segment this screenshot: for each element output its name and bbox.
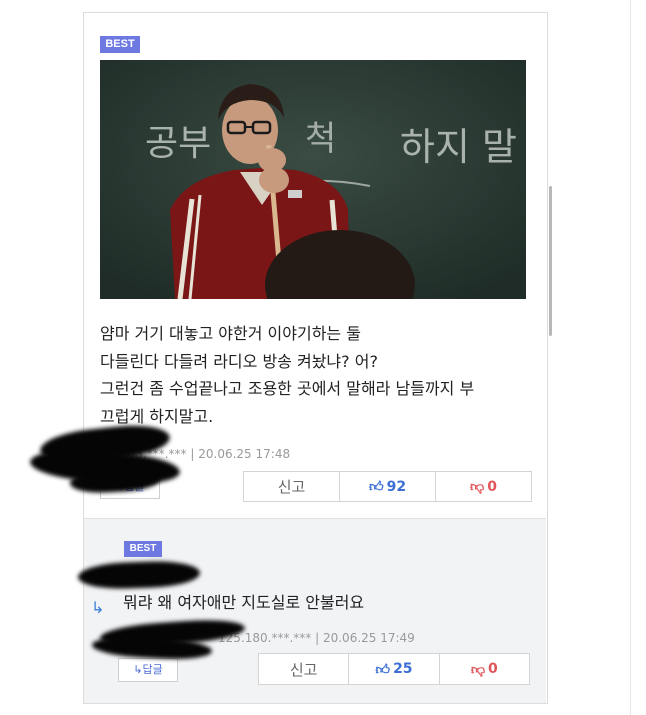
best-comment-text: 얌마 거기 대놓고 야한거 이야기하는 둘 다들린다 다들려 라디오 방송 켜놨…	[100, 320, 530, 430]
report-button[interactable]: 신고	[259, 654, 348, 684]
page-edge-line	[630, 0, 631, 715]
comment-line: 그런건 좀 수업끝나고 조용한 곳에서 말해라 남들까지 부	[100, 379, 475, 398]
teacher-photo-icon: 공부 척 하지 말	[100, 60, 526, 299]
scrollbar-thumb[interactable]	[549, 186, 552, 336]
comment-date: 20.06.25 17:49	[322, 631, 415, 645]
reply-meta: 125.180.***.*** | 20.06.25 17:49	[218, 631, 415, 645]
reply-actions: 신고 👍︎ 25 👎︎ 0	[258, 653, 530, 685]
comment-line: 끄럽게 하지말고.	[100, 406, 214, 426]
dislike-count: 0	[488, 661, 498, 677]
like-button[interactable]: 👍︎ 92	[339, 472, 435, 501]
reply-arrow-icon: ↳	[91, 598, 105, 617]
svg-text:공부: 공부	[145, 123, 211, 164]
like-count: 92	[386, 478, 407, 495]
like-button[interactable]: 👍︎ 25	[348, 654, 438, 684]
reply-comment-text: 뭐랴 왜 여자애만 지도실로 안불러요	[123, 593, 365, 612]
thumbs-up-icon: 👍︎	[375, 661, 391, 678]
comment-image: 공부 척 하지 말	[100, 60, 526, 299]
thumbs-up-icon: 👍︎	[368, 479, 384, 495]
dislike-count: 0	[487, 478, 497, 495]
reply-button[interactable]: ↳답글	[118, 658, 178, 682]
comment-line: 얌마 거기 대놓고 야한거 이야기하는 둘	[100, 324, 361, 343]
comment-date: 20.06.25 17:48	[198, 447, 291, 461]
like-count: 25	[393, 661, 413, 677]
best-badge: BEST	[100, 36, 140, 53]
comment-actions: 신고 👍︎ 92 👎︎ 0	[243, 471, 532, 502]
comment-line: 다들린다 다들려 라디오 방송 켜놨냐? 어?	[100, 351, 378, 371]
report-button[interactable]: 신고	[244, 472, 339, 501]
dislike-button[interactable]: 👎︎ 0	[435, 472, 531, 501]
dislike-button[interactable]: 👎︎ 0	[438, 654, 529, 684]
best-badge: BEST	[124, 541, 162, 557]
thumbs-down-icon: 👎︎	[470, 479, 485, 495]
svg-text:척: 척	[305, 119, 336, 159]
thumbs-down-icon: 👎︎	[470, 661, 486, 678]
svg-text:하지 말: 하지 말	[400, 125, 517, 169]
